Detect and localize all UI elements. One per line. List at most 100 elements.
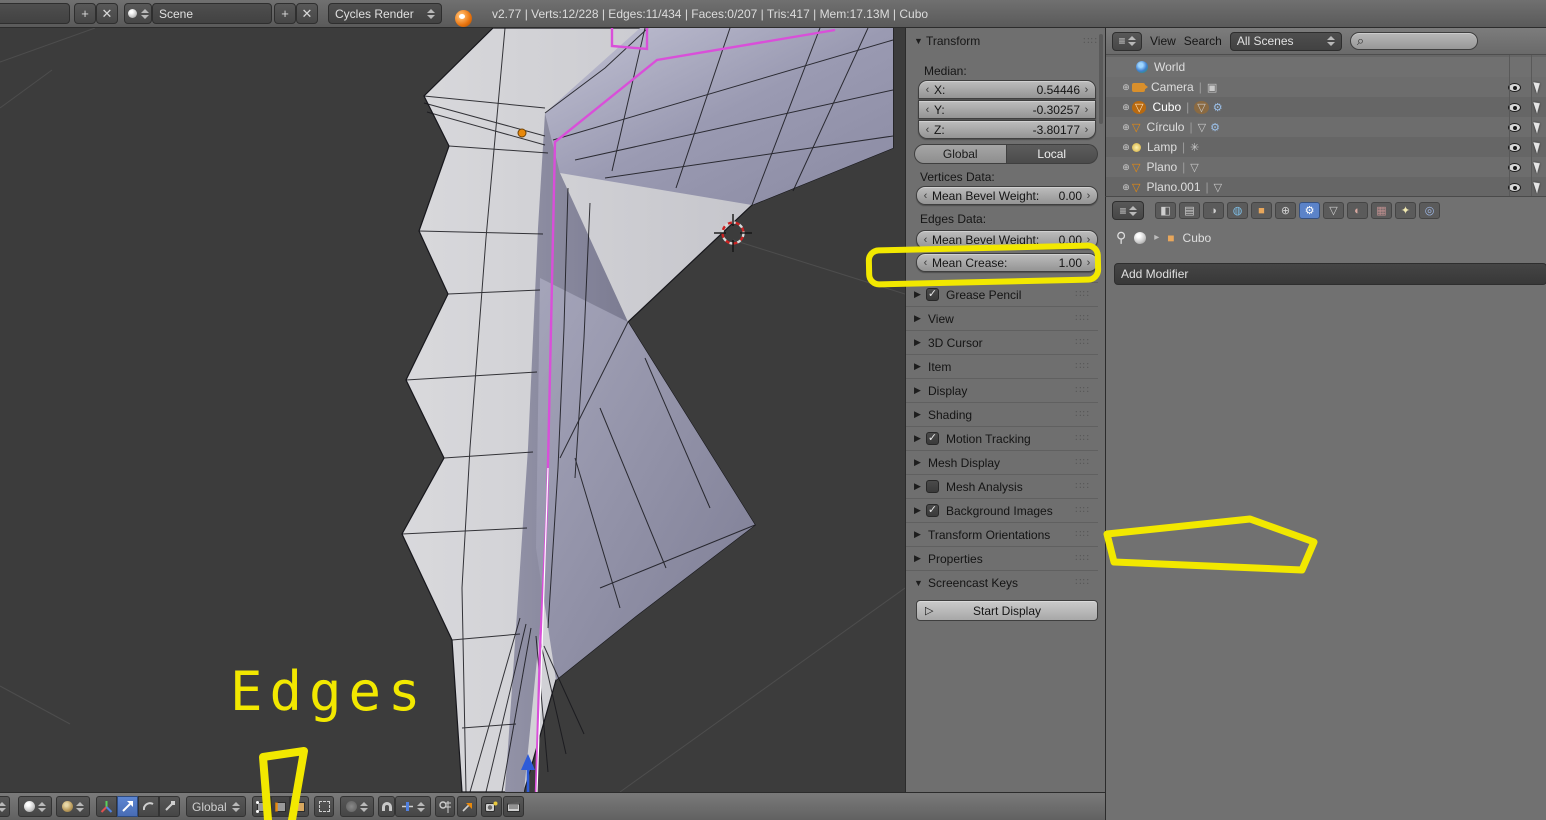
- expand-icon[interactable]: ▶: [914, 361, 926, 372]
- mode-select-partial[interactable]: [0, 796, 10, 817]
- vertex-select-button[interactable]: [252, 796, 271, 817]
- panel-display[interactable]: ▶ Display ∷∷: [906, 378, 1098, 402]
- increment-icon[interactable]: ›: [1082, 124, 1091, 136]
- expand-icon[interactable]: ▶: [914, 385, 926, 396]
- selectable-cursor-icon[interactable]: [1533, 140, 1543, 154]
- expand-icon[interactable]: ▶: [914, 481, 926, 492]
- tab-object[interactable]: ■: [1251, 202, 1272, 219]
- pivot-point-dropdown[interactable]: [56, 796, 90, 817]
- outliner-row-circulo[interactable]: ⊕ ▽ Círculo | ▽ ⚙: [1106, 117, 1546, 137]
- editor-type-button[interactable]: ≡: [1112, 201, 1144, 220]
- face-select-button[interactable]: [290, 796, 309, 817]
- tab-render[interactable]: ◧: [1155, 202, 1176, 219]
- tab-scene[interactable]: ◑: [1203, 202, 1224, 219]
- tab-material[interactable]: ◐: [1347, 202, 1368, 219]
- add-layout-button[interactable]: +: [74, 3, 96, 24]
- render-engine-select[interactable]: Cycles Render: [328, 3, 442, 24]
- lamp-data-icon[interactable]: ✳: [1190, 141, 1199, 154]
- close-layout-button[interactable]: ✕: [96, 3, 118, 24]
- mesh-data-icon[interactable]: ▽: [1198, 121, 1206, 134]
- tab-world[interactable]: ◍: [1227, 202, 1248, 219]
- expand-icon[interactable]: ▶: [914, 409, 926, 420]
- panel-background-images[interactable]: ▶ ✓ Background Images ∷∷: [906, 498, 1098, 522]
- expand-icon[interactable]: ▶: [914, 529, 926, 540]
- selectable-cursor-icon[interactable]: [1533, 120, 1543, 134]
- collapse-icon[interactable]: ▼: [914, 578, 926, 588]
- snap-peel-button[interactable]: [457, 796, 477, 817]
- expand-icon[interactable]: ⊕: [1120, 122, 1132, 133]
- drag-dots-icon[interactable]: ∷∷: [1075, 553, 1090, 564]
- mean-crease-slider[interactable]: ‹ Mean Crease: 1.00 ›: [916, 253, 1098, 272]
- outliner-item-label[interactable]: Círculo: [1146, 120, 1184, 134]
- limit-selection-visible-button[interactable]: [314, 796, 334, 817]
- panel-checkbox[interactable]: ✓: [926, 288, 939, 301]
- decrement-icon[interactable]: ‹: [923, 84, 932, 96]
- drag-dots-icon[interactable]: ∷∷: [1075, 385, 1090, 396]
- drag-dots-icon[interactable]: ∷∷: [1083, 36, 1098, 47]
- camera-data-icon[interactable]: ▣: [1207, 81, 1217, 94]
- orientation-global-button[interactable]: Global: [914, 144, 1007, 164]
- scene-name-field[interactable]: Scene: [152, 3, 272, 24]
- drag-dots-icon[interactable]: ∷∷: [1075, 409, 1090, 420]
- breadcrumb-object-name[interactable]: Cubo: [1183, 231, 1212, 245]
- rotate-manipulator-button[interactable]: [138, 796, 159, 817]
- outliner-item-label[interactable]: Cubo: [1152, 100, 1181, 114]
- outliner-item-label[interactable]: World: [1154, 60, 1185, 74]
- translate-manipulator-button[interactable]: [117, 796, 138, 817]
- viewport-shading-dropdown[interactable]: [18, 796, 52, 817]
- outliner-row-lamp[interactable]: ⊕ Lamp | ✳: [1106, 137, 1546, 157]
- add-modifier-dropdown[interactable]: Add Modifier: [1114, 263, 1546, 285]
- mesh-data-icon[interactable]: ▽: [1214, 181, 1222, 194]
- scale-manipulator-button[interactable]: [159, 796, 180, 817]
- display-filter-select[interactable]: All Scenes: [1229, 31, 1342, 51]
- snap-target-button[interactable]: [435, 796, 455, 817]
- drag-dots-icon[interactable]: ∷∷: [1075, 361, 1090, 372]
- median-y-slider[interactable]: ‹ Y: -0.30257 ›: [918, 100, 1096, 119]
- selectable-cursor-icon[interactable]: [1533, 160, 1543, 174]
- snap-toggle-button[interactable]: [378, 796, 395, 817]
- edge-bevel-weight-slider[interactable]: ‹ Mean Bevel Weight: 0.00 ›: [916, 230, 1098, 249]
- increment-icon[interactable]: ›: [1082, 104, 1091, 116]
- outliner-search-menu[interactable]: Search: [1184, 34, 1222, 48]
- drag-dots-icon[interactable]: ∷∷: [1075, 505, 1090, 516]
- expand-icon[interactable]: ▶: [914, 457, 926, 468]
- panel-checkbox[interactable]: [926, 480, 939, 493]
- panel-grease-pencil[interactable]: ▶ ✓ Grease Pencil ∷∷: [906, 282, 1098, 306]
- pin-icon[interactable]: ⚲: [1116, 229, 1126, 246]
- panel-view[interactable]: ▶ View ∷∷: [906, 306, 1098, 330]
- expand-icon[interactable]: ▶: [914, 433, 926, 444]
- increment-icon[interactable]: ›: [1084, 190, 1093, 202]
- panel-checkbox[interactable]: ✓: [926, 504, 939, 517]
- panel-properties[interactable]: ▶ Properties ∷∷: [906, 546, 1098, 570]
- expand-icon[interactable]: ▶: [914, 313, 926, 324]
- scene-browse-button[interactable]: [124, 3, 152, 24]
- expand-icon[interactable]: ▶: [914, 553, 926, 564]
- outliner-view-menu[interactable]: View: [1150, 34, 1176, 48]
- snap-element-dropdown[interactable]: [395, 796, 431, 817]
- close-scene-button[interactable]: ✕: [296, 3, 318, 24]
- outliner-row-plano-001[interactable]: ⊕ ▽ Plano.001 | ▽: [1106, 177, 1546, 196]
- drag-dots-icon[interactable]: ∷∷: [1075, 481, 1090, 492]
- panel-screencast-keys[interactable]: ▼ Screencast Keys ∷∷: [906, 570, 1098, 594]
- drag-dots-icon[interactable]: ∷∷: [1075, 529, 1090, 540]
- outliner-item-label[interactable]: Camera: [1151, 80, 1194, 94]
- outliner-item-label[interactable]: Plano: [1146, 160, 1177, 174]
- expand-icon[interactable]: ▶: [914, 505, 926, 516]
- outliner-row-cubo[interactable]: ⊕ ▽ Cubo | ▽ ⚙: [1106, 97, 1546, 117]
- panel-checkbox[interactable]: ✓: [926, 432, 939, 445]
- tab-texture[interactable]: ▦: [1371, 202, 1392, 219]
- tab-modifiers[interactable]: ⚙: [1299, 202, 1320, 219]
- panel-item[interactable]: ▶ Item ∷∷: [906, 354, 1098, 378]
- vertex-bevel-weight-slider[interactable]: ‹ Mean Bevel Weight: 0.00 ›: [916, 186, 1098, 205]
- decrement-icon[interactable]: ‹: [921, 190, 930, 202]
- transform-panel-header[interactable]: ▼ Transform ∷∷: [914, 34, 1098, 48]
- selectable-cursor-icon[interactable]: [1533, 180, 1543, 194]
- editor-type-button[interactable]: ≡: [1112, 31, 1142, 51]
- decrement-icon[interactable]: ‹: [923, 124, 932, 136]
- panel-transform-orientations[interactable]: ▶ Transform Orientations ∷∷: [906, 522, 1098, 546]
- orientation-local-button[interactable]: Local: [1006, 144, 1098, 164]
- tab-constraints[interactable]: ⊕: [1275, 202, 1296, 219]
- expand-icon[interactable]: ⊕: [1120, 162, 1132, 173]
- drag-dots-icon[interactable]: ∷∷: [1075, 577, 1090, 588]
- opengl-render-button[interactable]: [481, 796, 502, 817]
